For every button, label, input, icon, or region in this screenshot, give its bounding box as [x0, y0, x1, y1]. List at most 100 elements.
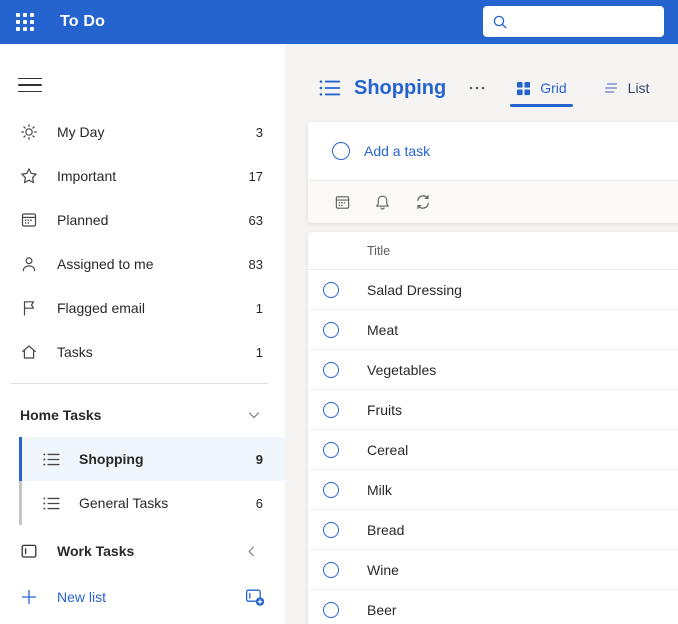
sidebar-item-count: 1	[255, 344, 263, 360]
complete-task-circle-icon[interactable]	[323, 521, 339, 538]
list-count: 6	[255, 495, 263, 511]
sidebar-item-label: Assigned to me	[57, 256, 154, 272]
sidebar-item-planned[interactable]: Planned 63	[0, 198, 285, 242]
sidebar-list-general-tasks[interactable]: General Tasks 6	[19, 481, 285, 525]
search-box[interactable]	[483, 6, 664, 37]
calendar-icon	[20, 211, 40, 229]
home-tasks-group-lists: Shopping 9 General Tasks 6	[0, 437, 285, 525]
task-row[interactable]: Wine	[308, 550, 678, 590]
add-task-circle-icon[interactable]	[332, 142, 350, 160]
search-input[interactable]	[508, 6, 664, 37]
sidebar-item-assigned-to-me[interactable]: Assigned to me 83	[0, 242, 285, 286]
page-title: Shopping	[354, 76, 447, 99]
hamburger-menu-icon[interactable]	[18, 74, 42, 96]
group-label: Home Tasks	[20, 407, 102, 423]
tasks-table: Title Salad Dressing Meat Vegetables Fru…	[308, 232, 678, 624]
chevron-left-icon[interactable]	[244, 544, 259, 559]
add-task-toolbar	[308, 180, 678, 223]
list-label: Shopping	[79, 451, 144, 467]
add-task-card: Add a task	[308, 122, 678, 223]
task-row[interactable]: Bread	[308, 510, 678, 550]
complete-task-circle-icon[interactable]	[323, 441, 339, 458]
task-title: Vegetables	[367, 361, 437, 378]
task-title: Wine	[367, 561, 399, 578]
tab-list[interactable]: List	[603, 80, 650, 96]
group-header-work-tasks[interactable]: Work Tasks	[0, 531, 285, 571]
complete-task-circle-icon[interactable]	[323, 361, 339, 378]
tab-grid-label: Grid	[540, 80, 567, 96]
sun-icon	[20, 123, 40, 141]
create-group-icon[interactable]	[245, 587, 265, 607]
view-tabs: Grid List	[510, 80, 650, 107]
sidebar-item-count: 63	[248, 212, 263, 228]
sidebar-item-label: Tasks	[57, 344, 93, 360]
flag-icon	[20, 299, 40, 317]
list-header: Shopping Grid List	[318, 66, 649, 110]
group-panel-icon	[20, 542, 40, 560]
complete-task-circle-icon[interactable]	[323, 401, 339, 418]
list-label: General Tasks	[79, 495, 169, 511]
task-title: Fruits	[367, 401, 402, 418]
group-header-home-tasks[interactable]: Home Tasks	[0, 396, 285, 434]
new-list-label: New list	[57, 589, 107, 605]
task-title: Cereal	[367, 441, 409, 458]
todo-list-icon	[42, 450, 62, 469]
sidebar-item-count: 83	[248, 256, 263, 272]
task-title: Meat	[367, 321, 399, 338]
sidebar-item-important[interactable]: Important 17	[0, 154, 285, 198]
person-icon	[20, 255, 40, 273]
sidebar-item-flagged-email[interactable]: Flagged email 1	[0, 286, 285, 330]
sidebar-divider	[10, 383, 268, 384]
main-content: Shopping Grid List Add a task Title Sala…	[285, 44, 678, 624]
task-row[interactable]: Cereal	[308, 430, 678, 470]
group-label: Work Tasks	[57, 543, 135, 559]
top-app-bar: To Do	[0, 0, 678, 44]
task-row[interactable]: Beer	[308, 590, 678, 624]
tab-grid[interactable]: Grid	[510, 80, 574, 107]
plus-icon	[20, 588, 40, 606]
sidebar-item-label: My Day	[57, 124, 105, 140]
task-row[interactable]: Fruits	[308, 390, 678, 430]
home-icon	[20, 343, 40, 361]
task-row[interactable]: Meat	[308, 310, 678, 350]
chevron-down-icon[interactable]	[246, 407, 262, 423]
task-row[interactable]: Vegetables	[308, 350, 678, 390]
sidebar-item-count: 3	[255, 124, 263, 140]
due-date-calendar-icon[interactable]	[332, 192, 353, 213]
repeat-icon[interactable]	[412, 191, 434, 213]
task-title: Bread	[367, 521, 405, 538]
list-count: 9	[255, 451, 263, 467]
sidebar-item-count: 1	[255, 300, 263, 316]
sidebar-list-shopping[interactable]: Shopping 9	[19, 437, 285, 481]
task-row[interactable]: Milk	[308, 470, 678, 510]
task-title: Beer	[367, 601, 397, 618]
reminder-bell-icon[interactable]	[372, 192, 393, 213]
app-launcher-waffle-icon[interactable]	[12, 9, 38, 35]
table-header: Title	[308, 232, 678, 270]
complete-task-circle-icon[interactable]	[323, 281, 339, 298]
tab-list-label: List	[627, 80, 650, 96]
sidebar-item-label: Important	[57, 168, 117, 184]
sidebar-item-my-day[interactable]: My Day 3	[0, 110, 285, 154]
list-view-icon	[603, 80, 619, 96]
complete-task-circle-icon[interactable]	[323, 481, 339, 498]
sidebar-item-label: Flagged email	[57, 300, 145, 316]
sidebar-item-label: Planned	[57, 212, 109, 228]
complete-task-circle-icon[interactable]	[323, 321, 339, 338]
title-column-header: Title	[367, 243, 391, 258]
complete-task-circle-icon[interactable]	[323, 601, 339, 618]
task-row[interactable]: Salad Dressing	[308, 270, 678, 310]
sidebar-smart-lists: My Day 3 Important 17 Planned 63 Assigne…	[0, 110, 285, 374]
sidebar: My Day 3 Important 17 Planned 63 Assigne…	[0, 44, 285, 624]
search-icon	[492, 14, 508, 30]
task-title: Salad Dressing	[367, 281, 462, 298]
todo-list-icon	[318, 76, 342, 100]
app-title: To Do	[60, 13, 106, 30]
add-task-label: Add a task	[364, 143, 431, 159]
new-list-button[interactable]: New list	[0, 577, 285, 617]
sidebar-item-count: 17	[248, 168, 263, 184]
sidebar-item-tasks[interactable]: Tasks 1	[0, 330, 285, 374]
more-options-icon[interactable]	[464, 75, 490, 101]
add-task-input-row[interactable]: Add a task	[308, 122, 678, 180]
complete-task-circle-icon[interactable]	[323, 561, 339, 578]
